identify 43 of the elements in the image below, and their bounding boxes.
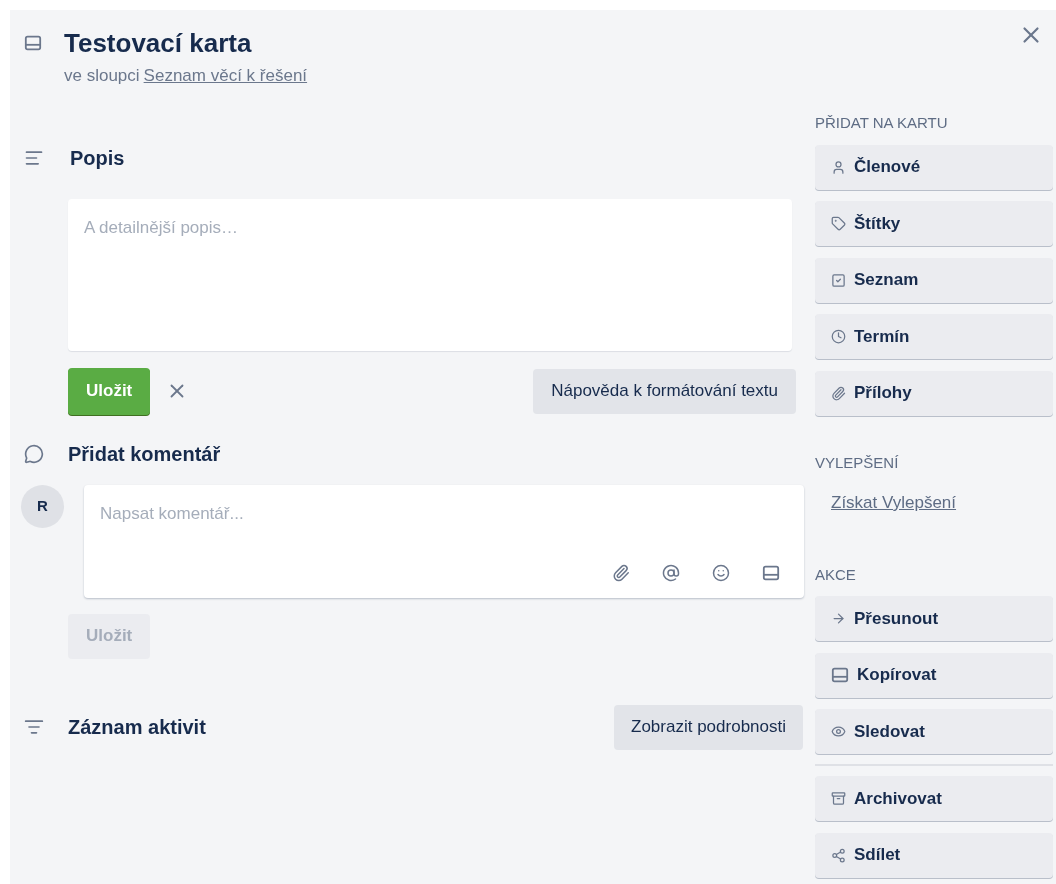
arrow-icon — [831, 611, 846, 626]
sidebar-button[interactable]: Termín — [815, 314, 1053, 359]
clock-icon — [831, 329, 846, 344]
eye-icon — [831, 724, 846, 739]
sidebar-button[interactable]: Štítky — [815, 201, 1053, 246]
person-icon — [831, 159, 846, 175]
mention-icon[interactable] — [662, 563, 680, 582]
list-prefix: ve sloupci — [64, 65, 140, 87]
section-label: VYLEPŠENÍ — [815, 452, 900, 473]
sidebar-button[interactable]: Členové — [815, 144, 1053, 190]
sidebar-button[interactable]: Sdílet — [815, 832, 1053, 878]
card-icon — [831, 666, 849, 684]
section-heading: Přidat komentář — [68, 441, 221, 467]
card-icon — [24, 34, 42, 52]
sidebar-button[interactable]: Přílohy — [815, 370, 1053, 416]
section-heading: Záznam aktivit — [68, 715, 206, 740]
avatar: R — [21, 484, 64, 528]
sidebar-button[interactable]: Seznam — [815, 257, 1053, 303]
section-heading: Popis — [70, 145, 125, 171]
activity-icon — [24, 717, 44, 737]
comment-icon — [24, 443, 44, 464]
sidebar-button[interactable]: Přesunout — [815, 596, 1053, 641]
description-field[interactable]: A detailnější popis… — [68, 198, 792, 351]
details-button[interactable]: Zobrazit podrobnosti — [614, 704, 803, 750]
checkbox-icon — [831, 272, 846, 288]
sidebar-button[interactable]: Kopírovat — [815, 652, 1053, 698]
formatting-help-button[interactable]: Nápověda k formátování textu — [533, 368, 796, 414]
upgrades-link[interactable]: Získat Vylepšení — [831, 490, 1053, 516]
comment-field[interactable]: Napsat komentář... — [84, 484, 804, 598]
tag-icon — [831, 216, 846, 231]
sidebar-button[interactable]: Archivovat — [815, 776, 1053, 821]
section-label: PŘIDAT NA KARTU — [815, 113, 949, 133]
smile-icon[interactable] — [712, 563, 730, 582]
paperclip-icon — [831, 385, 846, 401]
card-title: Testovací karta — [64, 28, 253, 58]
comment-input[interactable]: Napsat komentář... — [100, 500, 788, 526]
paperclip-icon[interactable] — [612, 563, 630, 582]
share-icon — [831, 847, 846, 863]
list-link[interactable]: Seznam věcí k řešení — [143, 63, 308, 89]
section-label: AKCE — [815, 564, 857, 585]
archive-icon — [831, 791, 846, 806]
card-icon[interactable] — [762, 563, 780, 582]
sidebar-button[interactable]: Sledovat — [815, 709, 1053, 754]
